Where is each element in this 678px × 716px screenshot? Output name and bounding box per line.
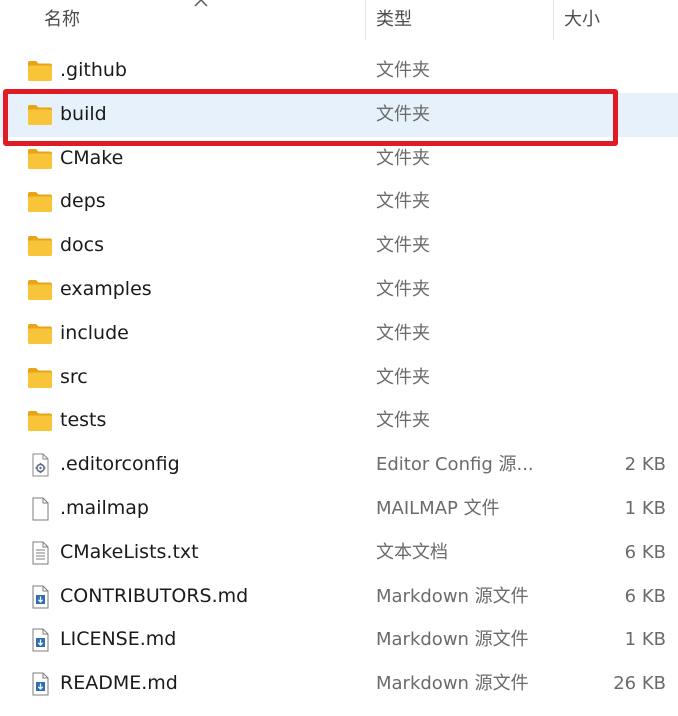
file-name: build	[60, 102, 107, 125]
text-file-icon	[27, 541, 53, 565]
folder-icon	[27, 103, 53, 127]
markdown-file-icon	[27, 585, 53, 609]
column-header-type-label: 类型	[376, 9, 412, 30]
folder-icon	[27, 278, 53, 302]
folder-icon	[27, 234, 53, 258]
file-size: 26 KB	[613, 673, 666, 695]
column-header-size[interactable]: 大小	[554, 0, 678, 44]
folder-row[interactable]: build 文件夹	[0, 92, 678, 137]
folder-row[interactable]: src 文件夹	[0, 356, 678, 400]
file-type: 文件夹	[376, 322, 430, 344]
file-row[interactable]: CMakeLists.txt 文本文档 6 KB	[0, 531, 678, 575]
folder-row[interactable]: include 文件夹	[0, 312, 678, 356]
folder-row[interactable]: examples 文件夹	[0, 268, 678, 312]
file-name: .mailmap	[60, 496, 149, 519]
folder-row[interactable]: deps 文件夹	[0, 180, 678, 224]
file-row[interactable]: LICENSE.md Markdown 源文件 1 KB	[0, 618, 678, 662]
folder-icon	[27, 409, 53, 433]
file-type: 文件夹	[376, 60, 430, 81]
file-size: 6 KB	[624, 585, 666, 607]
file-row[interactable]: README.md Markdown 源文件 26 KB	[0, 662, 678, 706]
file-name: LICENSE.md	[60, 628, 177, 651]
folder-icon	[27, 59, 53, 83]
file-name: .editorconfig	[60, 453, 180, 476]
file-type: 文件夹	[376, 191, 430, 213]
file-name: tests	[60, 409, 107, 432]
file-name: CMakeLists.txt	[60, 540, 199, 563]
folder-row[interactable]: tests 文件夹	[0, 399, 678, 443]
markdown-file-icon	[27, 628, 53, 652]
file-type: 文件夹	[376, 278, 430, 300]
folder-row[interactable]: CMake 文件夹	[0, 137, 678, 181]
column-header-size-label: 大小	[564, 9, 600, 30]
folder-icon	[27, 366, 53, 390]
column-header-name-label: 名称	[44, 9, 80, 30]
file-name: CONTRIBUTORS.md	[60, 584, 249, 607]
file-type: 文本文档	[376, 541, 448, 563]
file-type: Editor Config 源...	[376, 454, 534, 476]
file-type: Markdown 源文件	[376, 585, 529, 607]
file-size: 1 KB	[624, 497, 666, 519]
file-name: CMake	[60, 146, 124, 169]
markdown-file-icon	[27, 672, 53, 696]
file-row[interactable]: .mailmap MAILMAP 文件 1 KB	[0, 487, 678, 531]
config-file-icon	[27, 453, 53, 477]
file-type: Markdown 源文件	[376, 673, 529, 695]
column-header-name[interactable]: 名称	[0, 0, 366, 44]
folder-icon	[27, 147, 53, 171]
column-header-bar: 名称 类型 大小	[0, 0, 678, 44]
file-name: examples	[60, 277, 152, 300]
file-type: Markdown 源文件	[376, 629, 529, 651]
file-row[interactable]: .editorconfig Editor Config 源... 2 KB	[0, 443, 678, 487]
file-list: .github 文件夹 build 文件夹 CMake 文件夹 deps 文件夹 docs 文件夹…	[0, 49, 678, 706]
file-type: MAILMAP 文件	[376, 497, 500, 519]
file-type: 文件夹	[376, 147, 430, 169]
file-name: deps	[60, 190, 106, 213]
folder-icon	[27, 190, 53, 214]
sort-ascending-icon	[194, 0, 208, 7]
file-name: src	[60, 365, 88, 388]
column-header-type[interactable]: 类型	[366, 0, 554, 44]
file-name: include	[60, 321, 129, 344]
file-size: 6 KB	[624, 541, 666, 563]
folder-row[interactable]: .github 文件夹	[0, 49, 678, 93]
file-name: README.md	[60, 672, 178, 695]
file-name: .github	[60, 59, 127, 81]
file-row[interactable]: CONTRIBUTORS.md Markdown 源文件 6 KB	[0, 575, 678, 619]
file-type: 文件夹	[376, 410, 430, 432]
file-explorer: 名称 类型 大小 .github 文件夹 build 文件夹 CMake 文件夹 deps 文…	[0, 0, 678, 716]
blank-file-icon	[27, 497, 53, 521]
file-size: 2 KB	[624, 454, 666, 476]
folder-row[interactable]: docs 文件夹	[0, 224, 678, 268]
file-type: 文件夹	[376, 103, 430, 125]
file-name: docs	[60, 234, 105, 257]
file-type: 文件夹	[376, 235, 430, 257]
folder-icon	[27, 322, 53, 346]
file-type: 文件夹	[376, 366, 430, 388]
file-size: 1 KB	[624, 629, 666, 651]
